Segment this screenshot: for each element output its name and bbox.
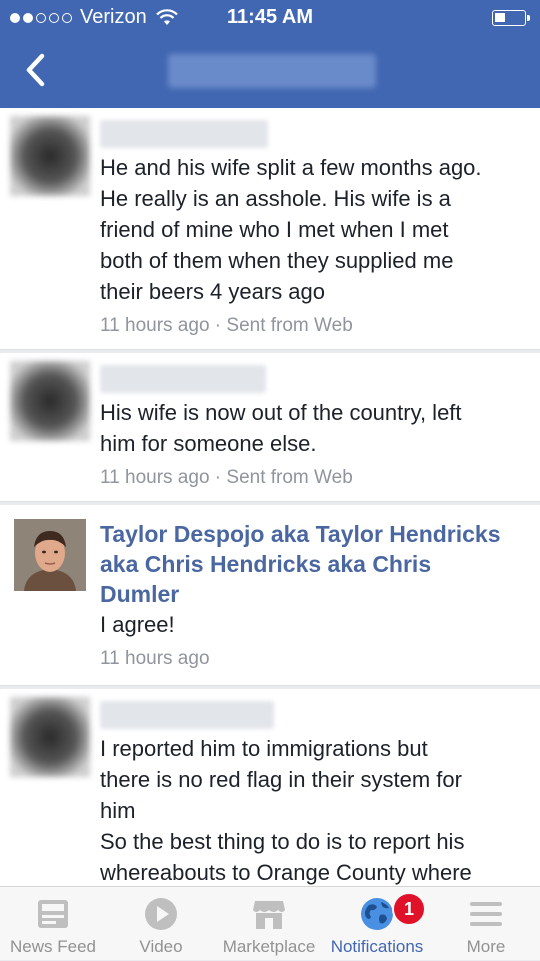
comment-meta: 11 hours ago · Sent from Web — [100, 467, 353, 488]
comment-text: His wife is now out of the country, left… — [100, 400, 462, 456]
news-feed-icon — [38, 900, 68, 928]
author-name-redacted[interactable] — [100, 120, 268, 148]
avatar-redacted[interactable] — [10, 361, 90, 441]
status-bar: Verizon 11:45 AM — [0, 0, 540, 36]
video-play-icon — [145, 898, 177, 930]
marketplace-store-icon — [253, 901, 285, 929]
navigation-bar: Verizon 11:45 AM — [0, 0, 540, 108]
tab-news-feed[interactable]: News Feed — [0, 887, 106, 961]
comment-item: His wife is now out of the country, left… — [0, 353, 540, 502]
comment-item: Taylor Despojo aka Taylor Hendricks aka … — [0, 505, 540, 686]
bottom-tab-bar: News Feed Video Marketplace Notification… — [0, 886, 540, 960]
tab-label: Video — [139, 937, 183, 956]
tab-more[interactable]: More — [432, 887, 540, 961]
globe-icon — [361, 898, 393, 930]
menu-icon — [470, 902, 502, 926]
tab-label: Notifications — [330, 937, 424, 956]
avatar-redacted[interactable] — [10, 697, 90, 777]
profile-photo-icon — [14, 519, 86, 591]
comment-text: He and his wife split a few months ago. … — [100, 155, 482, 304]
comment-meta: 11 hours ago · Sent from Web — [100, 315, 353, 336]
page-title-redacted — [168, 54, 376, 88]
avatar[interactable] — [14, 519, 86, 591]
tab-marketplace[interactable]: Marketplace — [216, 887, 322, 961]
author-name-redacted[interactable] — [100, 701, 274, 729]
comment-text: I agree! — [100, 612, 175, 637]
chevron-left-icon — [26, 53, 45, 87]
tab-video[interactable]: Video — [106, 887, 216, 961]
notification-count-badge: 1 — [392, 892, 426, 926]
back-button[interactable] — [20, 50, 56, 90]
comment-author-link[interactable]: Taylor Despojo aka Taylor Hendricks aka … — [100, 519, 528, 609]
comment-text: I reported him to immigrations but there… — [100, 736, 472, 885]
avatar-redacted[interactable] — [10, 116, 90, 196]
comment-item: I reported him to immigrations but there… — [0, 689, 540, 886]
comment-item: He and his wife split a few months ago. … — [0, 108, 540, 350]
battery-icon — [492, 10, 530, 26]
author-name-redacted[interactable] — [100, 365, 266, 393]
comment-meta: 11 hours ago — [100, 648, 210, 669]
tab-label: More — [466, 937, 506, 956]
clock: 11:45 AM — [227, 6, 313, 28]
comment-list: He and his wife split a few months ago. … — [0, 108, 540, 886]
tab-label: Marketplace — [222, 937, 316, 956]
tab-label: News Feed — [10, 937, 96, 956]
